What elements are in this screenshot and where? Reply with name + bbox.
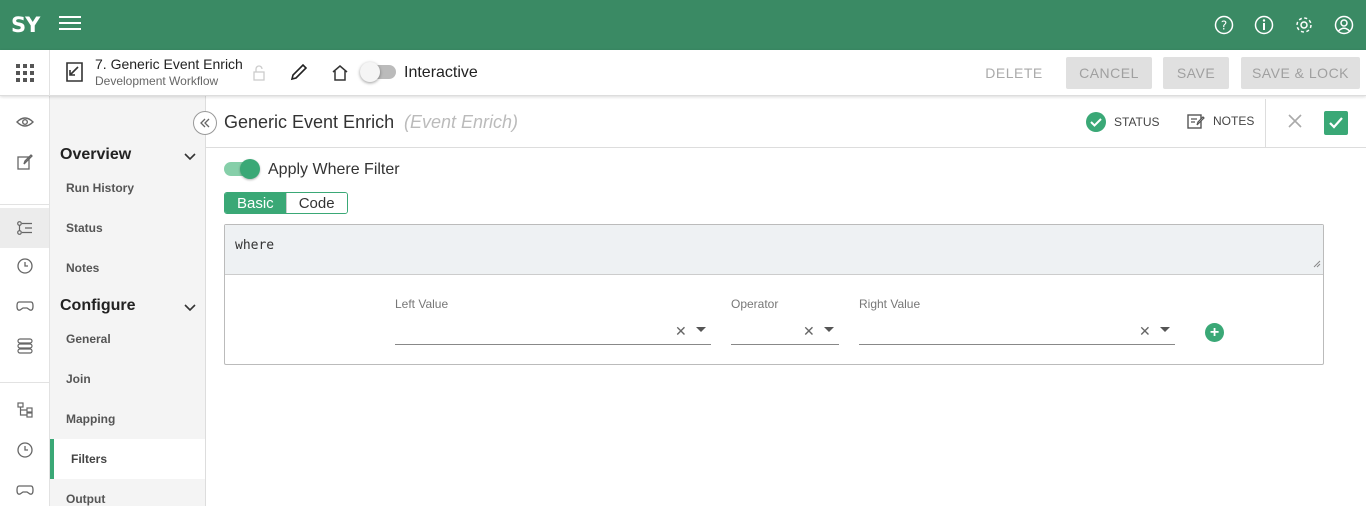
edit-icon[interactable]	[289, 62, 309, 87]
close-icon[interactable]	[1287, 113, 1303, 134]
workflow-toolbar: 7. Generic Event Enrich Development Work…	[0, 50, 1366, 96]
save-button[interactable]: SAVE	[1163, 57, 1229, 89]
chevron-down-icon	[184, 299, 196, 317]
dropdown-arrow-icon[interactable]	[696, 327, 706, 332]
dropdown-arrow-icon[interactable]	[1160, 327, 1170, 332]
eye-icon[interactable]	[0, 102, 49, 142]
confirm-check-button[interactable]	[1324, 111, 1348, 135]
status-label: STATUS	[1114, 115, 1160, 129]
overview-section-header[interactable]: Overview	[60, 146, 196, 164]
node-nav-panel: Overview Run History Status Notes Config…	[50, 96, 206, 506]
nav-item-status[interactable]: Status	[50, 208, 205, 248]
controller-icon[interactable]	[0, 470, 49, 510]
svg-text:?: ?	[1221, 19, 1227, 33]
edit-notes-icon[interactable]	[0, 142, 49, 182]
nav-item-notes[interactable]: Notes	[50, 248, 205, 288]
apply-where-filter-toggle[interactable]	[224, 159, 260, 179]
workflow-steps-icon[interactable]	[0, 208, 49, 248]
workflow-title: 7. Generic Event Enrich	[95, 56, 243, 72]
info-icon[interactable]	[1252, 13, 1276, 37]
apply-where-filter-label: Apply Where Filter	[268, 161, 400, 178]
help-icon[interactable]: ?	[1212, 13, 1236, 37]
notes-label: NOTES	[1213, 114, 1255, 128]
clock-icon[interactable]	[0, 246, 49, 286]
tab-basic[interactable]: Basic	[225, 193, 286, 213]
add-condition-button[interactable]: +	[1205, 323, 1224, 342]
layers-icon[interactable]	[0, 326, 49, 366]
clear-icon[interactable]: ✕	[675, 323, 687, 340]
gamepad-icon[interactable]	[0, 286, 49, 326]
delete-button[interactable]: DELETE	[976, 57, 1052, 89]
node-editor: Generic Event Enrich (Event Enrich) STAT…	[206, 96, 1366, 506]
status-button[interactable]: STATUS	[1086, 112, 1160, 132]
where-keyword: where	[235, 238, 275, 253]
history-clock-icon[interactable]	[0, 430, 49, 470]
workflow-subtitle: Development Workflow	[95, 74, 219, 88]
left-value-select[interactable]: ✕	[395, 315, 711, 345]
where-filter-box: where Left Value ✕ Operator ✕ Right Valu…	[224, 224, 1324, 365]
node-header: Generic Event Enrich (Event Enrich) STAT…	[206, 96, 1366, 148]
tab-code[interactable]: Code	[285, 193, 347, 213]
save-and-lock-button[interactable]: SAVE & LOCK	[1241, 57, 1360, 89]
chevron-down-icon	[184, 148, 196, 166]
configure-section-header[interactable]: Configure	[60, 297, 196, 315]
operator-select[interactable]: ✕	[731, 315, 839, 345]
status-check-icon	[1086, 112, 1106, 132]
configure-section-label: Configure	[60, 297, 136, 314]
clear-icon[interactable]: ✕	[803, 323, 815, 340]
node-title: Generic Event Enrich	[224, 112, 395, 132]
resize-handle-icon[interactable]	[1313, 257, 1321, 272]
cancel-button[interactable]: CANCEL	[1066, 57, 1152, 89]
nav-item-join[interactable]: Join	[50, 359, 205, 399]
menu-icon[interactable]	[59, 16, 81, 34]
notes-button[interactable]: NOTES	[1187, 112, 1254, 130]
operator-label: Operator	[731, 297, 779, 311]
unlock-icon	[252, 65, 266, 86]
user-account-icon[interactable]	[1332, 13, 1356, 37]
nav-item-filters[interactable]: Filters	[50, 439, 205, 479]
node-type: (Event Enrich)	[404, 112, 519, 132]
nav-item-run-history[interactable]: Run History	[50, 168, 205, 208]
dropdown-arrow-icon[interactable]	[824, 327, 834, 332]
nav-item-output[interactable]: Output	[50, 479, 205, 519]
apps-grid-icon[interactable]	[0, 50, 50, 96]
mode-tabs: Basic Code	[224, 192, 348, 214]
where-clause-textarea[interactable]: where	[225, 225, 1323, 275]
right-value-label: Right Value	[859, 297, 921, 311]
collapse-panel-button[interactable]	[193, 111, 217, 135]
left-value-label: Left Value	[395, 297, 449, 311]
nav-item-mapping[interactable]: Mapping	[50, 399, 205, 439]
back-icon[interactable]	[63, 61, 87, 85]
interactive-label: Interactive	[404, 64, 478, 81]
top-bar: SY ?	[0, 0, 1366, 50]
nav-item-general[interactable]: General	[50, 319, 205, 359]
notes-icon	[1187, 114, 1205, 129]
clear-icon[interactable]: ✕	[1139, 323, 1151, 340]
icon-rail	[0, 96, 50, 506]
overview-section-label: Overview	[60, 146, 132, 163]
interactive-toggle[interactable]	[360, 62, 396, 82]
app-logo: SY	[11, 13, 40, 37]
right-value-select[interactable]: ✕	[859, 315, 1175, 345]
hierarchy-icon[interactable]	[0, 390, 49, 430]
home-icon[interactable]	[331, 64, 349, 87]
gear-icon[interactable]	[1292, 13, 1316, 37]
